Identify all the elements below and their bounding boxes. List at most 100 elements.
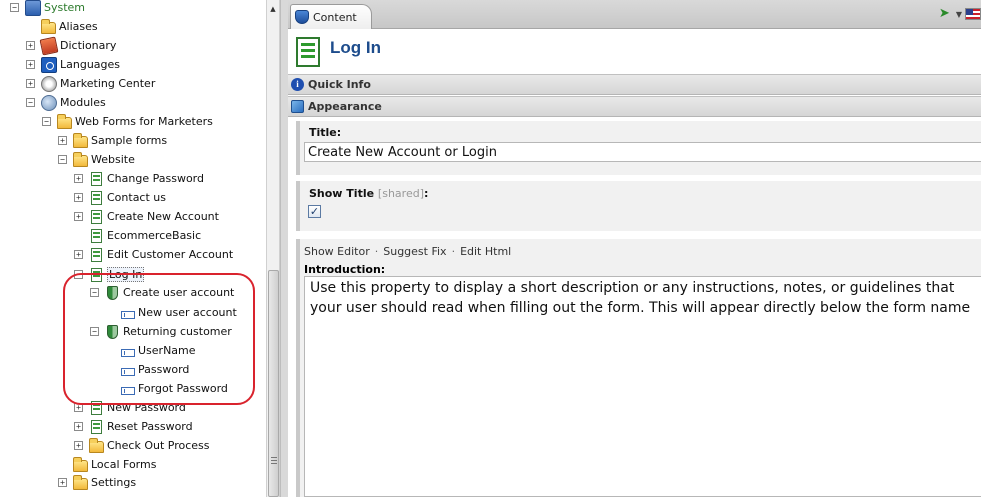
tree-node-label[interactable]: Modules xyxy=(60,96,106,109)
collapse-icon[interactable]: − xyxy=(26,98,35,107)
marketing-icon xyxy=(41,75,57,92)
tab-content[interactable]: Content xyxy=(290,4,372,29)
introduction-label: Introduction: xyxy=(304,263,386,276)
scroll-up-arrow-icon[interactable]: ▲ xyxy=(267,2,279,16)
section-quick-info[interactable]: i Quick Info xyxy=(288,74,981,95)
tree-node[interactable]: + Create New Account xyxy=(74,207,219,226)
folder-icon xyxy=(73,456,88,472)
collapse-icon[interactable]: − xyxy=(58,155,67,164)
expand-icon[interactable]: + xyxy=(74,212,83,221)
tree-node[interactable]: − System xyxy=(10,0,85,17)
introduction-editor[interactable]: Use this property to display a short des… xyxy=(304,276,981,497)
tree-node-label[interactable]: Aliases xyxy=(59,20,98,33)
tree-node-label[interactable]: Local Forms xyxy=(91,458,156,471)
shared-tag: [shared] xyxy=(377,187,424,200)
tree-node[interactable]: EcommerceBasic xyxy=(74,226,201,245)
tree-node[interactable]: − Website xyxy=(58,150,135,169)
tree-node[interactable]: + Change Password xyxy=(74,169,204,188)
intro-line: Use this property to display a short des… xyxy=(310,280,955,296)
expand-icon[interactable]: + xyxy=(74,441,83,450)
scrollbar-thumb[interactable] xyxy=(268,270,279,497)
tree-scrollbar[interactable]: ▲ xyxy=(266,0,280,497)
tree-node-label[interactable]: Sample forms xyxy=(91,134,167,147)
folder-icon xyxy=(73,151,88,167)
tree-node-label[interactable]: Reset Password xyxy=(107,420,193,433)
dictionary-icon xyxy=(39,36,59,55)
tree-node-label[interactable]: EcommerceBasic xyxy=(107,229,201,242)
tree-node[interactable]: + Edit Customer Account xyxy=(74,245,233,264)
expand-icon[interactable]: + xyxy=(26,41,35,50)
tree-node[interactable]: + Settings xyxy=(58,473,136,492)
tree-node[interactable]: Aliases xyxy=(26,17,98,36)
link-separator: · xyxy=(451,245,456,258)
tree-node-label[interactable]: Create New Account xyxy=(107,210,219,223)
folder-icon xyxy=(73,132,88,148)
chevron-down-icon[interactable]: ▼ xyxy=(956,10,962,19)
section-appearance[interactable]: Appearance xyxy=(288,96,981,117)
title-field-label: Title: xyxy=(309,126,342,139)
tree-node-label[interactable]: Dictionary xyxy=(60,39,116,52)
tree-node[interactable]: − Web Forms for Marketers xyxy=(42,112,213,131)
edit-html-link[interactable]: Edit Html xyxy=(460,245,511,258)
tree-node-label[interactable]: Languages xyxy=(60,58,120,71)
expand-icon[interactable]: + xyxy=(26,60,35,69)
show-title-checkbox[interactable]: ✓ xyxy=(308,205,321,218)
suggest-fix-link[interactable]: Suggest Fix xyxy=(383,245,446,258)
show-title-field-block: Show Title [shared]: xyxy=(296,181,981,231)
system-icon xyxy=(25,0,41,16)
tree-node-label[interactable]: Website xyxy=(91,153,135,166)
title-input[interactable] xyxy=(304,142,981,162)
form-icon xyxy=(91,228,102,243)
folder-icon xyxy=(41,18,56,34)
show-editor-link[interactable]: Show Editor xyxy=(304,245,370,258)
expand-icon[interactable]: + xyxy=(74,193,83,202)
expand-icon[interactable]: + xyxy=(74,422,83,431)
appearance-icon xyxy=(291,100,304,113)
form-icon xyxy=(91,247,102,262)
tree-node-label[interactable]: Settings xyxy=(91,476,136,489)
language-flag-icon[interactable] xyxy=(965,8,981,20)
expand-icon[interactable]: + xyxy=(58,478,67,487)
expand-icon[interactable]: + xyxy=(74,250,83,259)
intro-line: your user should read when filling out t… xyxy=(310,300,971,316)
tree-node-label[interactable]: Contact us xyxy=(107,191,166,204)
tree-node-label[interactable]: Web Forms for Marketers xyxy=(75,115,213,128)
expand-icon[interactable]: + xyxy=(58,136,67,145)
tree-node-label[interactable]: System xyxy=(44,1,85,14)
tree-node[interactable]: + Check Out Process xyxy=(74,436,210,455)
tab-tools: ➤ ▼ xyxy=(939,7,981,21)
tree-node-label[interactable]: Change Password xyxy=(107,172,204,185)
tree-node[interactable]: Local Forms xyxy=(58,455,156,474)
tree-node[interactable]: + Sample forms xyxy=(58,131,167,150)
content-tree: − System Aliases + Dictionary + Languages + Mark… xyxy=(0,0,266,497)
tab-strip: Content ➤ ▼ xyxy=(288,0,981,29)
expand-icon[interactable]: + xyxy=(74,174,83,183)
tree-node[interactable]: + Dictionary xyxy=(26,36,116,55)
folder-icon xyxy=(89,437,104,453)
tree-node[interactable]: + Contact us xyxy=(74,188,166,207)
tree-node[interactable]: + Marketing Center xyxy=(26,74,155,93)
form-icon xyxy=(91,190,102,205)
collapse-icon[interactable]: − xyxy=(10,3,19,12)
form-icon xyxy=(91,171,102,186)
tree-node[interactable]: − Modules xyxy=(26,93,106,112)
content-shield-icon xyxy=(295,10,309,24)
tree-node-label[interactable]: Marketing Center xyxy=(60,77,155,90)
tab-label: Content xyxy=(313,10,357,24)
tree-node-label[interactable]: Edit Customer Account xyxy=(107,248,233,261)
collapse-icon[interactable]: − xyxy=(42,117,51,126)
expand-icon[interactable]: + xyxy=(26,79,35,88)
tree-node-label[interactable]: Check Out Process xyxy=(107,439,210,452)
modules-icon xyxy=(41,94,57,111)
pane-splitter[interactable] xyxy=(280,0,288,497)
tree-node[interactable]: + Reset Password xyxy=(74,417,193,436)
info-icon: i xyxy=(291,78,304,91)
form-icon xyxy=(91,419,102,434)
page-title: Log In xyxy=(330,38,381,57)
navigate-icon[interactable]: ➤ xyxy=(939,7,953,21)
tree-node[interactable]: + Languages xyxy=(26,55,120,74)
folder-icon xyxy=(57,113,72,129)
form-icon xyxy=(91,209,102,224)
